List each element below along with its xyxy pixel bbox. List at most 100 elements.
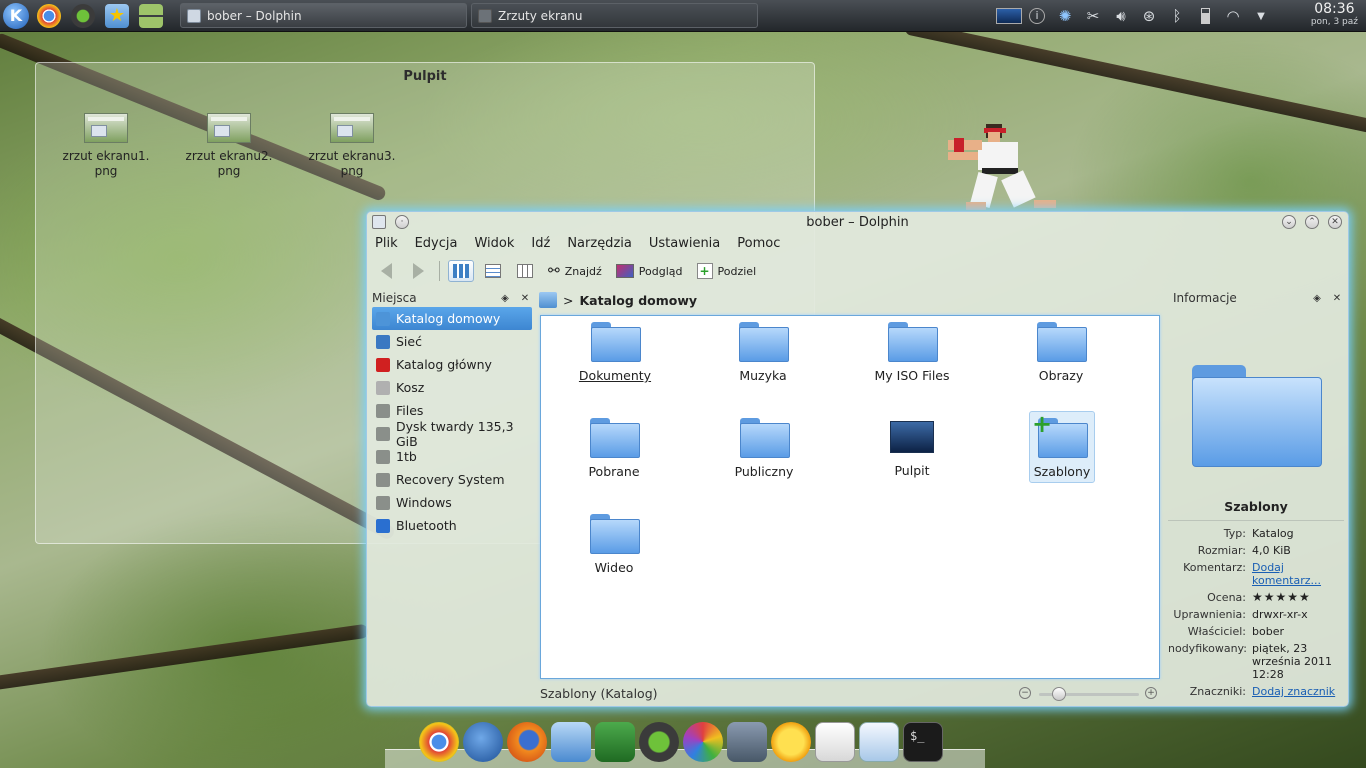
thunderbird-icon[interactable]	[463, 722, 503, 762]
color-picker-icon[interactable]	[683, 722, 723, 762]
maximize-button[interactable]: ⌃	[1305, 215, 1319, 229]
prop-key: Znaczniki:	[1189, 685, 1246, 698]
zoom-slider[interactable]: − +	[1019, 687, 1159, 701]
wifi-tray[interactable]: ◠	[1219, 0, 1247, 32]
network-tray[interactable]: ⊛	[1135, 0, 1163, 32]
desktop-file[interactable]: zrzut ekranu3. png	[302, 113, 402, 179]
close-button[interactable]: ✕	[1328, 215, 1342, 229]
chrome-launcher[interactable]	[32, 1, 66, 31]
rating-stars[interactable]: ★★★★★	[1252, 591, 1344, 604]
folder-item[interactable]: Obrazy	[1006, 322, 1116, 383]
system-tray: i ✺ ✂ 🔊︎ ⊛ ᛒ ◠ ▼	[995, 0, 1275, 32]
split-button[interactable]: + Podziel	[693, 260, 761, 282]
close-panel-button[interactable]: ✕	[1330, 293, 1344, 304]
details-view-button[interactable]	[480, 260, 506, 282]
prop-key: nodyfikowany:	[1168, 642, 1247, 655]
place-item[interactable]: Katalog główny	[372, 353, 532, 376]
prop-key: Komentarz:	[1183, 561, 1246, 574]
breadcrumb-current[interactable]: Katalog domowy	[579, 293, 697, 308]
place-item[interactable]: Sieć	[372, 330, 532, 353]
player-launcher[interactable]	[66, 1, 100, 31]
columns-view-button[interactable]	[512, 260, 538, 282]
place-item[interactable]: Kosz	[372, 376, 532, 399]
media-player-icon[interactable]	[639, 722, 679, 762]
status-text: Szablony (Katalog)	[540, 686, 658, 701]
file-view[interactable]: Dokumenty Muzyka My ISO Files Obrazy Pob…	[540, 315, 1160, 679]
binoculars-icon: ⚯	[548, 263, 560, 279]
zoom-out-icon[interactable]: −	[1019, 687, 1031, 699]
bluetooth-tray[interactable]: ᛒ	[1163, 0, 1191, 32]
network-icon: ⊛	[1142, 7, 1156, 25]
icons-view-button[interactable]	[448, 260, 474, 282]
folder-item[interactable]: Wideo	[559, 514, 669, 575]
kde-menu-launcher[interactable]: K	[0, 1, 32, 31]
weather-tray[interactable]: ✺	[1051, 0, 1079, 32]
menu-view[interactable]: Widok	[472, 236, 516, 256]
folder-item[interactable]: Pobrane	[559, 418, 669, 479]
terminal-icon[interactable]: $_	[903, 722, 943, 762]
float-panel-button[interactable]: ◈	[498, 293, 512, 304]
klipper-tray[interactable]: ✂	[1079, 0, 1107, 32]
notes-icon[interactable]	[859, 722, 899, 762]
place-item[interactable]: Dysk twardy 135,3 GiB	[372, 419, 532, 449]
drive-icon	[376, 495, 390, 510]
place-item[interactable]: Recovery System	[372, 468, 532, 491]
folder-item[interactable]: Publiczny	[709, 418, 819, 479]
menu-file[interactable]: Plik	[373, 236, 400, 256]
folder-label: Publiczny	[734, 464, 794, 479]
system-monitor-icon[interactable]	[595, 722, 635, 762]
breadcrumb[interactable]: > Katalog domowy	[539, 290, 697, 310]
weather-icon[interactable]	[771, 722, 811, 762]
menu-help[interactable]: Pomoc	[735, 236, 782, 256]
tray-expand[interactable]: ▼	[1247, 0, 1275, 32]
float-panel-button[interactable]: ◈	[1310, 293, 1324, 304]
task-screenshots[interactable]: Zrzuty ekranu	[471, 3, 758, 28]
prop-tags: Znaczniki: Dodaj znacznik	[1168, 685, 1344, 698]
place-item[interactable]: Bluetooth	[372, 514, 532, 537]
home-folder-icon[interactable]	[551, 722, 591, 762]
bluetooth-icon	[376, 518, 390, 533]
folder-item[interactable]: Dokumenty	[560, 322, 670, 383]
split-label: Podziel	[717, 264, 757, 278]
text-editor-icon[interactable]	[815, 722, 855, 762]
menu-settings[interactable]: Ustawienia	[647, 236, 722, 256]
close-panel-button[interactable]: ✕	[518, 293, 532, 304]
desktop-file[interactable]: zrzut ekranu1. png	[56, 113, 156, 179]
task-dolphin[interactable]: bober – Dolphin	[180, 3, 467, 28]
desktop-file[interactable]: zrzut ekranu2. png	[179, 113, 279, 179]
clock[interactable]: 08:36 pon, 3 paź	[1311, 1, 1358, 28]
title-bar[interactable]: · bober – Dolphin ⌄ ⌃ ✕	[367, 212, 1348, 234]
find-button[interactable]: ⚯ Znajdź	[544, 260, 606, 282]
preview-button[interactable]: Podgląd	[612, 260, 687, 282]
preview-icon	[615, 264, 634, 278]
favorites-launcher[interactable]: ★	[100, 1, 134, 31]
zoom-in-icon[interactable]: +	[1145, 687, 1157, 699]
folder-label: Pobrane	[588, 464, 640, 479]
add-comment-link[interactable]: Dodaj komentarz...	[1252, 561, 1344, 587]
back-button[interactable]	[373, 260, 399, 282]
firefox-icon[interactable]	[507, 722, 547, 762]
battery-tray[interactable]	[1191, 0, 1219, 32]
menu-tools[interactable]: Narzędzia	[565, 236, 634, 256]
forward-button[interactable]	[405, 260, 431, 282]
menu-go[interactable]: Idź	[529, 236, 552, 256]
folder-item[interactable]: Muzyka	[708, 322, 818, 383]
background-branch	[0, 623, 370, 691]
display-tray[interactable]	[995, 0, 1023, 32]
minimize-button[interactable]: ⌄	[1282, 215, 1296, 229]
place-item[interactable]: Katalog domowy	[372, 307, 532, 330]
pager-launcher[interactable]	[134, 1, 168, 31]
menu-edit[interactable]: Edycja	[413, 236, 460, 256]
folder-label: Wideo	[594, 560, 634, 575]
folder-icon	[590, 418, 640, 458]
add-tag-link[interactable]: Dodaj znacznik	[1252, 685, 1344, 698]
virtual-machine-icon[interactable]	[727, 722, 767, 762]
info-tray[interactable]: i	[1023, 0, 1051, 32]
folder-item-selected[interactable]: + Szablony	[1029, 411, 1095, 483]
chrome-icon[interactable]	[419, 722, 459, 762]
folder-item[interactable]: Pulpit	[857, 418, 967, 478]
zoom-handle[interactable]	[1052, 687, 1066, 701]
folder-item[interactable]: My ISO Files	[857, 322, 967, 383]
volume-tray[interactable]: 🔊︎	[1107, 0, 1135, 32]
place-item[interactable]: Windows	[372, 491, 532, 514]
